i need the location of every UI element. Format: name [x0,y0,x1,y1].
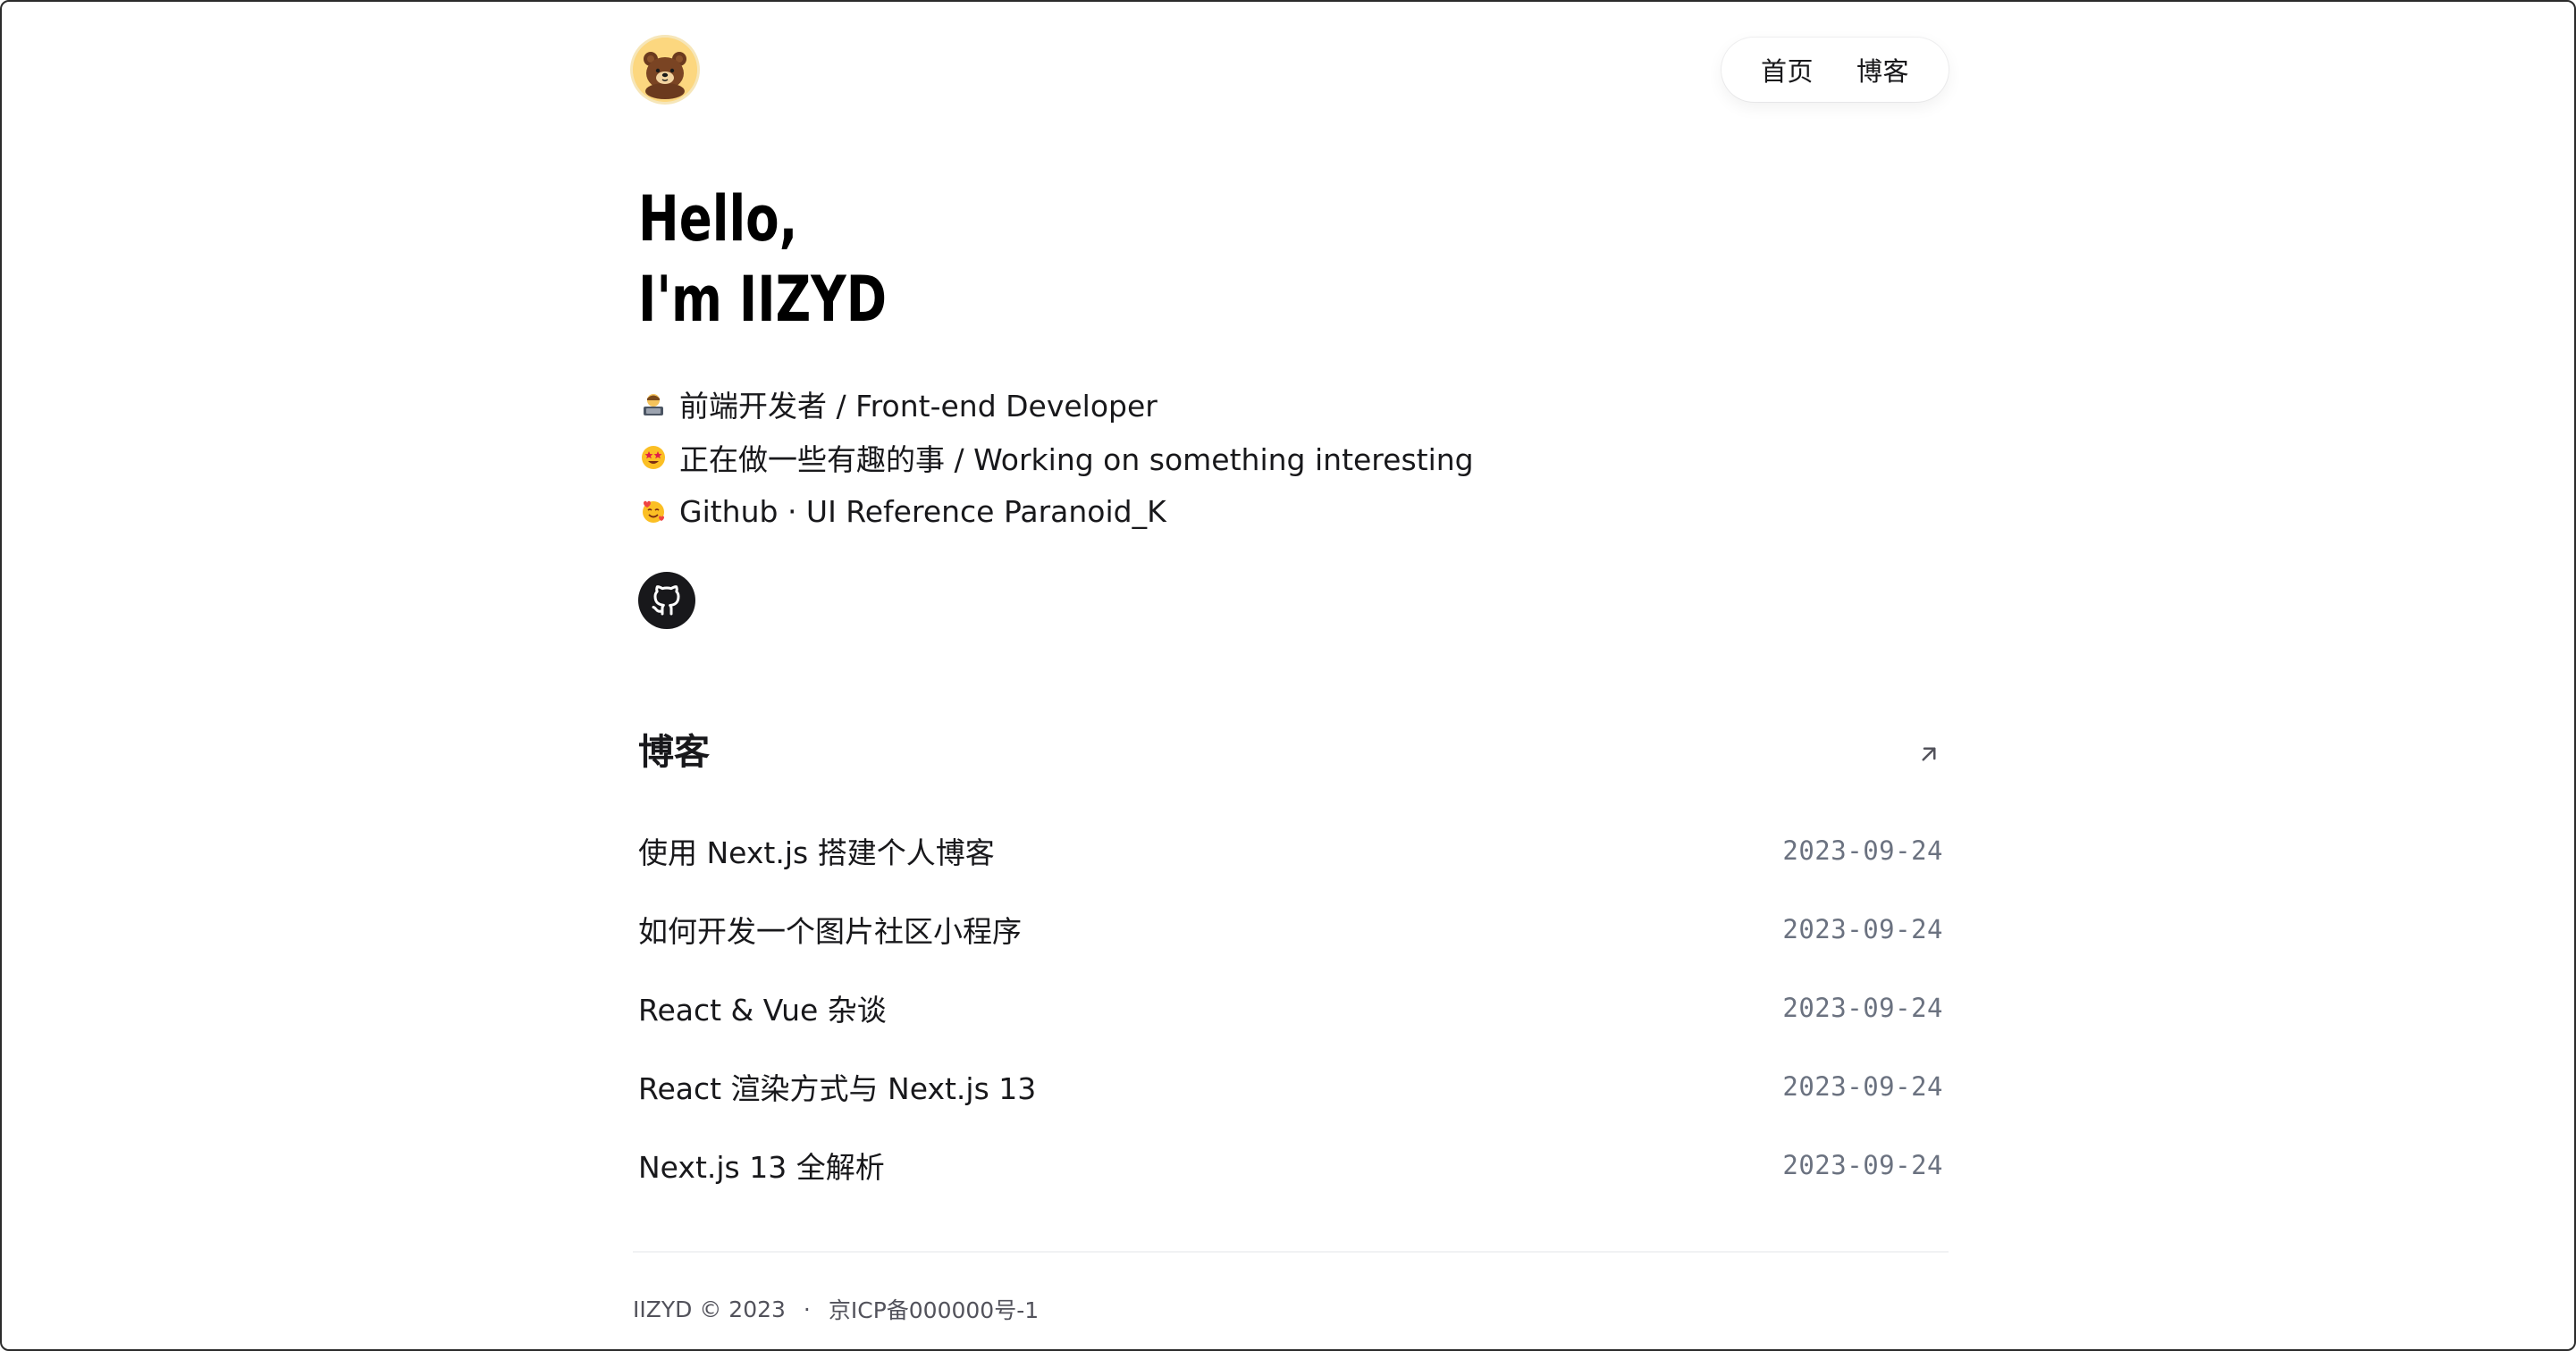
blog-post-date: 2023-09-24 [1782,914,1943,944]
intro-item: Github · UI Reference Paranoid_K [638,484,1474,538]
intro-list: 前端开发者 / Front-end Developer 正在做一些有趣的事 / … [638,377,1474,538]
bear-avatar-graphic [633,38,697,102]
blog-section-title: 博客 [638,732,710,773]
blog-post-date: 2023-09-24 [1782,835,1943,866]
top-nav: 首页 博客 [1721,38,1949,102]
footer-divider [633,1251,1949,1253]
intro-text: 前端开发者 / Front-end Developer [679,389,1158,424]
blog-post-item[interactable]: React & Vue 杂谈 2023-09-24 [638,969,1949,1047]
blog-post-date: 2023-09-24 [1782,1071,1943,1102]
blog-post-item[interactable]: Next.js 13 全解析 2023-09-24 [638,1126,1949,1204]
blog-post-title[interactable]: React 渲染方式与 Next.js 13 [638,1065,1036,1108]
blog-post-title[interactable]: 如何开发一个图片社区小程序 [638,908,1022,951]
site-footer: IIZYD © 2023 · 京ICP备000000号-1 [633,1293,1039,1325]
arrow-up-right-icon [1922,747,1936,761]
star-struck-emoji-icon [638,442,669,473]
hero-title-line-2: I'm IIZYD [638,263,888,336]
blog-post-list: 使用 Next.js 搭建个人博客 2023-09-24 如何开发一个图片社区小… [638,811,1949,1204]
github-icon [652,585,680,616]
footer-icp-link[interactable]: 京ICP备000000号-1 [829,1293,1039,1325]
footer-separator: · [803,1296,811,1322]
blog-post-title[interactable]: 使用 Next.js 搭建个人博客 [638,829,995,872]
blog-post-date: 2023-09-24 [1782,1150,1943,1180]
blog-post-date: 2023-09-24 [1782,993,1943,1023]
intro-item: 前端开发者 / Front-end Developer [638,377,1474,431]
intro-text: Github · UI Reference Paranoid_K [679,493,1166,529]
blog-post-title[interactable]: Next.js 13 全解析 [638,1144,885,1187]
blog-post-item[interactable]: 如何开发一个图片社区小程序 2023-09-24 [638,890,1949,969]
hero-title-line-1: Hello, [638,182,798,256]
blog-more-link[interactable] [1909,734,1949,774]
blog-post-item[interactable]: React 渲染方式与 Next.js 13 2023-09-24 [638,1047,1949,1126]
nav-blog-link[interactable]: 博客 [1856,51,1909,88]
browser-viewport: 首页 博客 Hello, I'm IIZYD 前端开发者 / Front-end… [0,0,2576,1351]
intro-item: 正在做一些有趣的事 / Working on something interes… [638,431,1474,484]
technologist-emoji-icon [638,389,669,419]
page-container: 首页 博客 Hello, I'm IIZYD 前端开发者 / Front-end… [633,2,1949,1349]
blog-post-title[interactable]: React & Vue 杂谈 [638,986,887,1029]
footer-copyright: IIZYD © 2023 [633,1296,786,1322]
bear-avatar-icon[interactable] [633,38,697,102]
site-header: 首页 博客 [633,38,1949,105]
intro-text: 正在做一些有趣的事 / Working on something interes… [679,442,1474,477]
hero-title: Hello, I'm IIZYD [638,179,887,340]
github-link[interactable] [638,572,695,629]
blog-post-item[interactable]: 使用 Next.js 搭建个人博客 2023-09-24 [638,811,1949,890]
nav-home-link[interactable]: 首页 [1761,51,1814,88]
smiling-hearts-emoji-icon [638,496,669,526]
